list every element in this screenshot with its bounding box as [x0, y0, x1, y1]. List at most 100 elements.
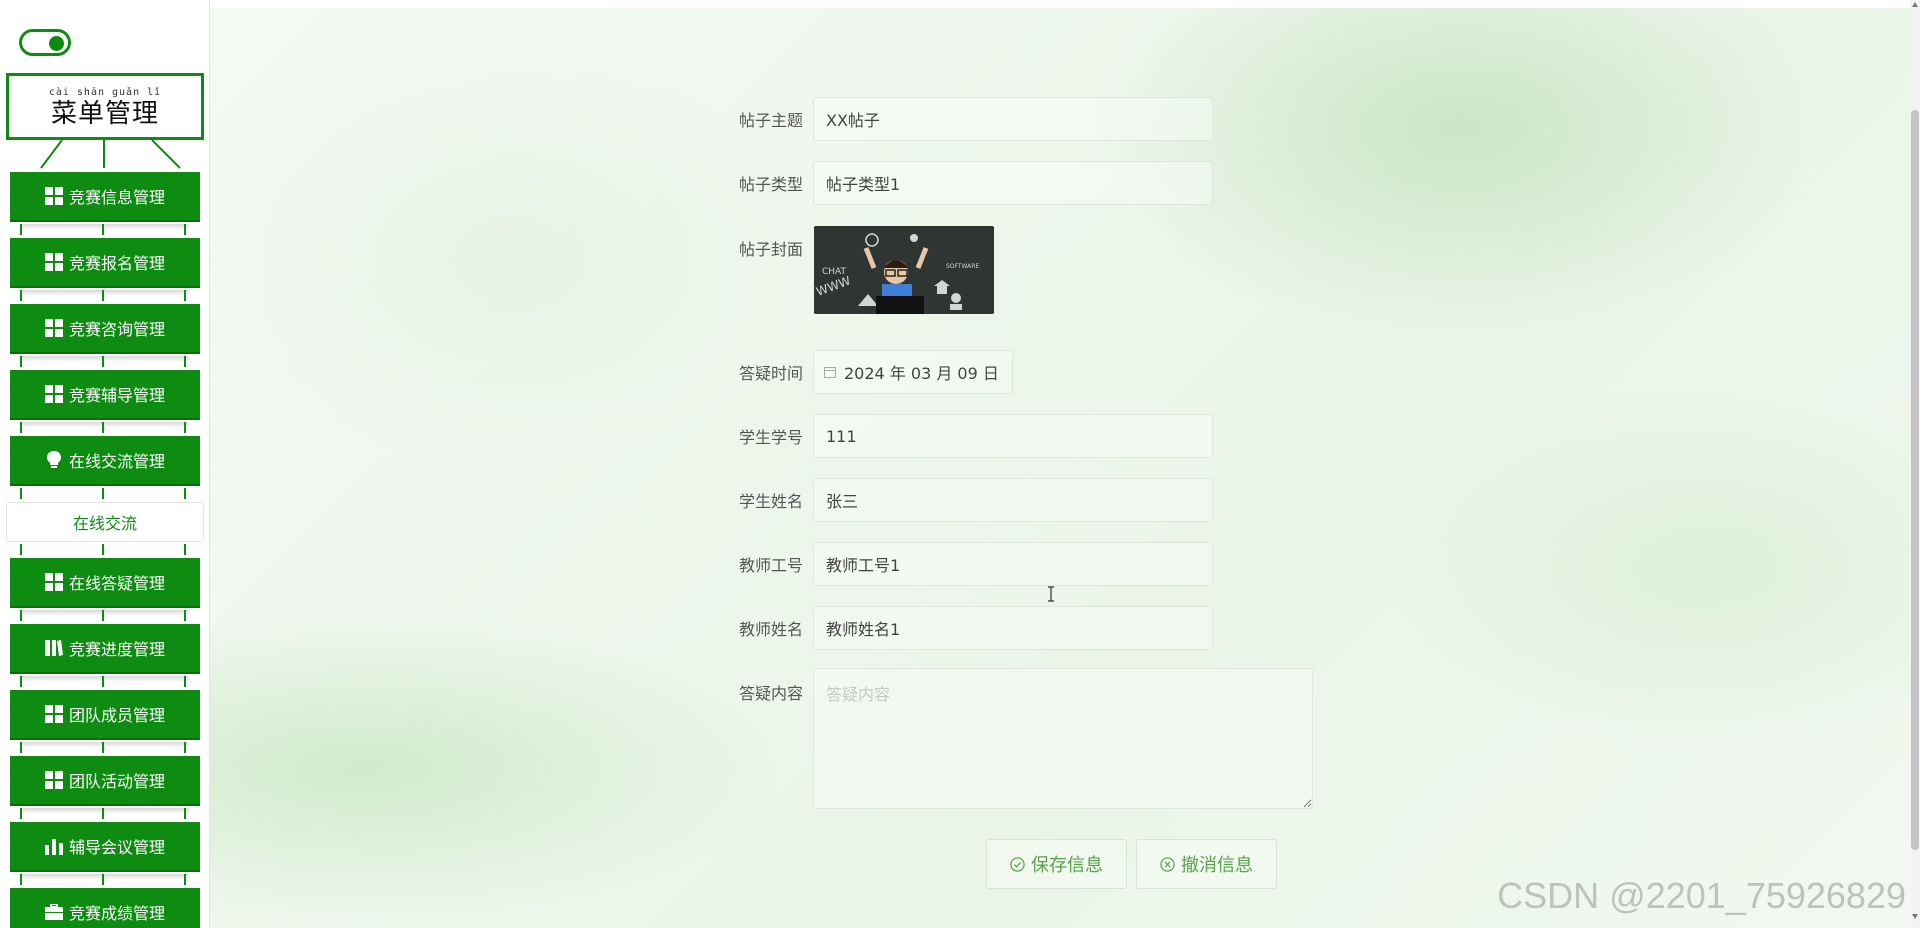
teacher-name-input[interactable]	[813, 606, 1213, 650]
menu-tick	[20, 676, 22, 687]
page-scrollbar[interactable]	[1910, 0, 1920, 928]
menu-item-label: 辅导会议管理	[68, 838, 165, 857]
post-cover-image[interactable]: CHAT WWW SOFTWARE	[814, 226, 994, 314]
menu-shadow	[20, 874, 190, 880]
grid-icon	[44, 385, 63, 403]
student-id-input[interactable]	[813, 414, 1213, 458]
menu-item-label: 竞赛成绩管理	[68, 904, 165, 923]
student-name-input[interactable]	[813, 478, 1213, 522]
menu-item-tutoring-meetings[interactable]: 辅导会议管理	[10, 822, 200, 870]
menu-tick	[20, 808, 22, 819]
menu-tick	[184, 422, 186, 433]
menu-item-label: 竞赛进度管理	[68, 640, 165, 659]
check-circle-icon	[1010, 856, 1025, 872]
menu-item-competition-scores[interactable]: 竞赛成绩管理	[10, 888, 200, 928]
menu-tick	[102, 544, 104, 555]
menu-item-online-exchange[interactable]: 在线交流管理	[10, 436, 200, 484]
sidebar-toggle-switch[interactable]	[19, 29, 71, 56]
scroll-down-icon[interactable]	[1912, 914, 1918, 919]
menu-item-label: 竞赛咨询管理	[68, 320, 165, 339]
menu-item-label: 团队活动管理	[68, 772, 165, 791]
menu-shadow	[20, 224, 190, 230]
menu-item: 在线交流管理	[0, 436, 209, 502]
post-type-input[interactable]	[813, 161, 1213, 205]
menu-tick	[20, 422, 22, 433]
menu-tick	[20, 224, 22, 235]
menu-shadow	[20, 742, 190, 748]
menu-item-team-members[interactable]: 团队成员管理	[10, 690, 200, 738]
menu-item: 竞赛咨询管理	[0, 304, 209, 370]
answer-time-datepicker[interactable]: 2024 年 03 月 09 日	[813, 350, 1013, 394]
menu-tick	[184, 544, 186, 555]
menu-tick	[102, 290, 104, 301]
menu-item: 竞赛辅导管理	[0, 370, 209, 436]
cancel-button-label: 撤消信息	[1181, 855, 1253, 876]
menu-item-competition-registration[interactable]: 竞赛报名管理	[10, 238, 200, 286]
grid-icon	[44, 771, 63, 789]
scroll-thumb[interactable]	[1911, 110, 1919, 850]
calendar-icon	[824, 367, 836, 378]
cover-illustration: CHAT WWW SOFTWARE	[814, 226, 994, 314]
menu-tick	[102, 874, 104, 885]
menu-item-label: 在线交流管理	[68, 452, 165, 471]
menu-item-online-qa[interactable]: 在线答疑管理	[10, 558, 200, 606]
sign-post-lines	[40, 140, 181, 169]
menu-tick	[102, 488, 104, 499]
main-content: 帖子主题 帖子类型 帖子封面 CHAT WWW SOFTWARE	[210, 0, 1910, 928]
menu-item-label: 竞赛辅导管理	[68, 386, 165, 405]
grid-icon	[44, 573, 63, 591]
menu-sign: cài shān guǎn lǐ 菜单管理	[6, 73, 204, 140]
menu-tick	[184, 488, 186, 499]
cancel-button[interactable]: 撤消信息	[1136, 839, 1277, 889]
menu-item: 竞赛进度管理	[0, 624, 209, 690]
sidebar: cài shān guǎn lǐ 菜单管理 竞赛信息管理 竞赛报名管理 竞赛咨询…	[0, 0, 210, 928]
menu-tick	[20, 742, 22, 753]
menu-tick	[102, 422, 104, 433]
menu-tick	[20, 544, 22, 555]
save-button[interactable]: 保存信息	[986, 839, 1127, 889]
grid-icon	[44, 319, 63, 337]
submenu-item-online-exchange[interactable]: 在线交流	[6, 502, 204, 542]
menu-item-competition-progress[interactable]: 竞赛进度管理	[10, 624, 200, 672]
menu-tick	[102, 808, 104, 819]
menu-tick	[184, 676, 186, 687]
menu-tick	[184, 290, 186, 301]
menu-item-team-activities[interactable]: 团队活动管理	[10, 756, 200, 804]
teacher-id-input[interactable]	[813, 542, 1213, 586]
menu-item-label: 在线答疑管理	[68, 574, 165, 593]
menu-item-competition-info[interactable]: 竞赛信息管理	[10, 172, 200, 220]
answer-content-textarea[interactable]	[813, 668, 1313, 809]
menu-tick	[20, 874, 22, 885]
menu-item-label: 竞赛信息管理	[68, 188, 165, 207]
grid-icon	[44, 705, 63, 723]
lightbulb-icon	[46, 451, 61, 468]
watermark: CSDN @2201_75926829	[1497, 875, 1906, 916]
menu-item: 在线答疑管理	[0, 558, 209, 624]
menu-item-competition-tutoring[interactable]: 竞赛辅导管理	[10, 370, 200, 418]
menu-tick	[102, 224, 104, 235]
menu-tick	[20, 290, 22, 301]
menu-item: 团队活动管理	[0, 756, 209, 822]
menu-tick	[184, 874, 186, 885]
menu-sign-pinyin: cài shān guǎn lǐ	[48, 87, 162, 98]
menu-shadow	[20, 290, 190, 296]
menu-item-competition-consult[interactable]: 竞赛咨询管理	[10, 304, 200, 352]
submenu-item: 在线交流	[0, 502, 209, 558]
menu-tick	[184, 742, 186, 753]
menu-tick	[102, 356, 104, 367]
menu-tick	[184, 224, 186, 235]
menu-sign-title: 菜单管理	[50, 99, 159, 129]
menu-tick	[184, 808, 186, 819]
text-cursor-icon	[1048, 586, 1054, 602]
cover-text-software: SOFTWARE	[946, 263, 979, 270]
menu-shadow	[20, 356, 190, 362]
bar-chart-icon	[44, 839, 63, 855]
menu-tick	[20, 610, 22, 621]
menu-shadow	[20, 808, 190, 814]
menu-tick	[102, 742, 104, 753]
menu-item: 竞赛报名管理	[0, 238, 209, 304]
menu-tick	[184, 356, 186, 367]
close-circle-icon	[1160, 856, 1175, 872]
post-title-input[interactable]	[813, 97, 1213, 141]
scroll-up-icon[interactable]	[1912, 2, 1918, 7]
